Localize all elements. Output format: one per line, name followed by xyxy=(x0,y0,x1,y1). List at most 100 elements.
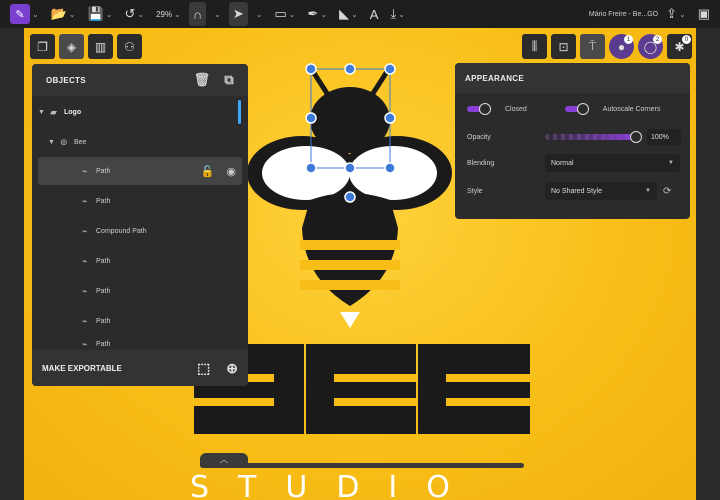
import-icon: ⤓ xyxy=(390,6,397,21)
objects-scrollbar[interactable] xyxy=(238,100,241,124)
trash-icon[interactable]: 🗑 xyxy=(194,72,211,88)
caret-down-icon: ▼ xyxy=(668,160,674,166)
style-button[interactable]: ⍑ xyxy=(580,34,605,59)
letter-e1 xyxy=(306,344,416,434)
expand-arrow-icon[interactable]: ▼ xyxy=(38,109,50,116)
pointer-tool-button[interactable]: ➤ xyxy=(228,2,248,26)
save-icon: 💾 xyxy=(87,6,104,21)
pointer-options-button[interactable]: ⌄ xyxy=(252,2,267,26)
layer-row-path[interactable]: ⌁ Path xyxy=(38,247,242,275)
chevron-down-icon: ⌄ xyxy=(174,9,181,19)
objects-panel-header: OBJECTS 🗑 ⧉ xyxy=(32,64,248,96)
chevron-down-icon: ⌄ xyxy=(137,9,145,19)
opacity-input[interactable]: 100% xyxy=(647,129,681,145)
stroke-button[interactable]: ◯ 2 xyxy=(638,34,663,59)
layer-row-compound-path[interactable]: ⌁ Compound Path xyxy=(38,217,242,245)
shape-tool-button[interactable]: ▭ ⌄ xyxy=(270,2,299,26)
autoscale-toggle[interactable] xyxy=(564,103,589,115)
undo-icon: ↺ xyxy=(124,6,136,21)
expand-arrow-icon[interactable]: ▼ xyxy=(48,139,60,146)
add-export-icon[interactable]: ⊕ xyxy=(226,360,238,377)
closed-row: Closed Autoscale Corners xyxy=(455,95,690,123)
layers-button[interactable]: ◈ xyxy=(59,34,84,59)
pen-icon: ✒ xyxy=(307,6,319,21)
window-button[interactable]: ▣ xyxy=(694,2,714,26)
save-button[interactable]: 💾 ⌄ xyxy=(84,2,117,26)
import-button[interactable]: ⤓ ⌄ xyxy=(386,2,408,26)
layer-row-path-selected[interactable]: ⌁ Path 🔓 ◉ xyxy=(38,157,242,185)
snap-options-button[interactable]: ⌄ xyxy=(210,2,225,26)
zoom-button[interactable]: 29% ⌄ xyxy=(152,2,185,26)
open-folder-icon: 📂 xyxy=(50,6,67,21)
snap-button[interactable]: ∩ xyxy=(188,2,207,26)
studio-text-artwork: STUDIO xyxy=(190,470,479,500)
layer-row-path[interactable]: ⌁ Path xyxy=(38,277,242,305)
path-icon: ⌁ xyxy=(82,225,88,236)
make-exportable-label[interactable]: MAKE EXPORTABLE xyxy=(42,364,122,373)
pen-tool-button[interactable]: ✒ ⌄ xyxy=(303,2,331,26)
export-slice-icon[interactable]: ⬚ xyxy=(197,360,210,377)
layer-row-path[interactable]: ⌁ Path xyxy=(38,187,242,215)
images-button[interactable]: ▥ xyxy=(88,34,113,59)
stroke-count-badge: 2 xyxy=(653,35,662,44)
opacity-slider-knob[interactable] xyxy=(630,131,642,143)
blending-label: Blending xyxy=(467,159,495,167)
image-library-icon: ▥ xyxy=(94,39,107,54)
symbols-button[interactable]: ⚇ xyxy=(117,34,142,59)
layer-row-path[interactable]: ⌁ Path xyxy=(38,307,242,335)
blending-row: Blending Normal ▼ xyxy=(455,149,690,177)
share-icon: ⇪ xyxy=(666,6,677,21)
text-icon: A xyxy=(369,6,379,22)
chevron-down-icon: ⌄ xyxy=(68,9,76,19)
path-icon: ⌁ xyxy=(82,338,88,349)
right-frame xyxy=(696,28,720,500)
style-select[interactable]: No Shared Style ▼ xyxy=(545,182,657,200)
opacity-label: Opacity xyxy=(467,133,491,141)
objects-panel-title: OBJECTS xyxy=(46,75,86,85)
blending-select[interactable]: Normal ▼ xyxy=(545,154,680,172)
layer-label: Path xyxy=(96,257,111,265)
closed-toggle[interactable] xyxy=(467,103,491,115)
layer-row-path[interactable]: ⌁ Path xyxy=(38,337,242,351)
share-button[interactable]: ⇪ ⌄ xyxy=(662,2,690,26)
effects-button[interactable]: ✱ 0 xyxy=(667,34,692,59)
add-layer-icon[interactable]: ⧉ xyxy=(224,72,234,88)
opacity-slider[interactable] xyxy=(545,134,637,140)
chevron-down-icon: ⌄ xyxy=(288,9,296,19)
chevron-down-icon: ⌄ xyxy=(32,9,39,19)
magnet-icon: ∩ xyxy=(192,6,203,22)
style-value: No Shared Style xyxy=(551,187,602,195)
layer-row-bee[interactable]: ▼ ⊚ Bee xyxy=(38,128,242,156)
transform-button[interactable]: ⊡ xyxy=(551,34,576,59)
rectangle-icon: ▭ xyxy=(274,6,287,21)
layer-label: Compound Path xyxy=(96,227,147,235)
app-logo-icon: ✎ xyxy=(10,4,30,24)
chevron-down-icon: ⌄ xyxy=(398,9,405,19)
eye-icon[interactable]: ◉ xyxy=(226,165,236,178)
pages-button[interactable]: ❐ xyxy=(30,34,55,59)
left-frame xyxy=(0,28,24,500)
letter-e2 xyxy=(418,344,530,434)
sync-style-icon[interactable]: ⟳ xyxy=(663,186,671,197)
bee-stinger xyxy=(340,312,360,328)
unlock-icon[interactable]: 🔓 xyxy=(201,165,215,178)
layer-row-logo[interactable]: ▼ ▰ Logo xyxy=(38,98,242,126)
folder-icon: ▰ xyxy=(50,106,57,117)
paint-roller-icon: ⍑ xyxy=(588,39,597,53)
layer-label: Path xyxy=(96,167,111,175)
undo-button[interactable]: ↺ ⌄ xyxy=(120,2,148,26)
text-tool-button[interactable]: A xyxy=(366,2,383,26)
document-title[interactable]: Mário Freire - Be...GO xyxy=(589,11,658,18)
fill-icon: ◣ xyxy=(339,6,350,21)
open-button[interactable]: 📂 ⌄ xyxy=(47,2,80,26)
path-icon: ⌁ xyxy=(82,315,88,326)
zoom-value: 29% xyxy=(156,9,173,19)
appearance-panel: APPEARANCE Closed Autoscale Corners Opac… xyxy=(455,63,690,219)
bottom-drawer-bar[interactable] xyxy=(200,463,524,468)
fill-button[interactable]: ● 1 xyxy=(609,34,634,59)
align-button[interactable]: ⫼ xyxy=(522,34,547,59)
blending-value: Normal xyxy=(551,159,574,167)
fill-tool-button[interactable]: ◣ ⌄ xyxy=(335,2,362,26)
app-menu-button[interactable]: ✎ ⌄ xyxy=(6,2,43,26)
chevron-down-icon: ⌄ xyxy=(320,9,328,19)
